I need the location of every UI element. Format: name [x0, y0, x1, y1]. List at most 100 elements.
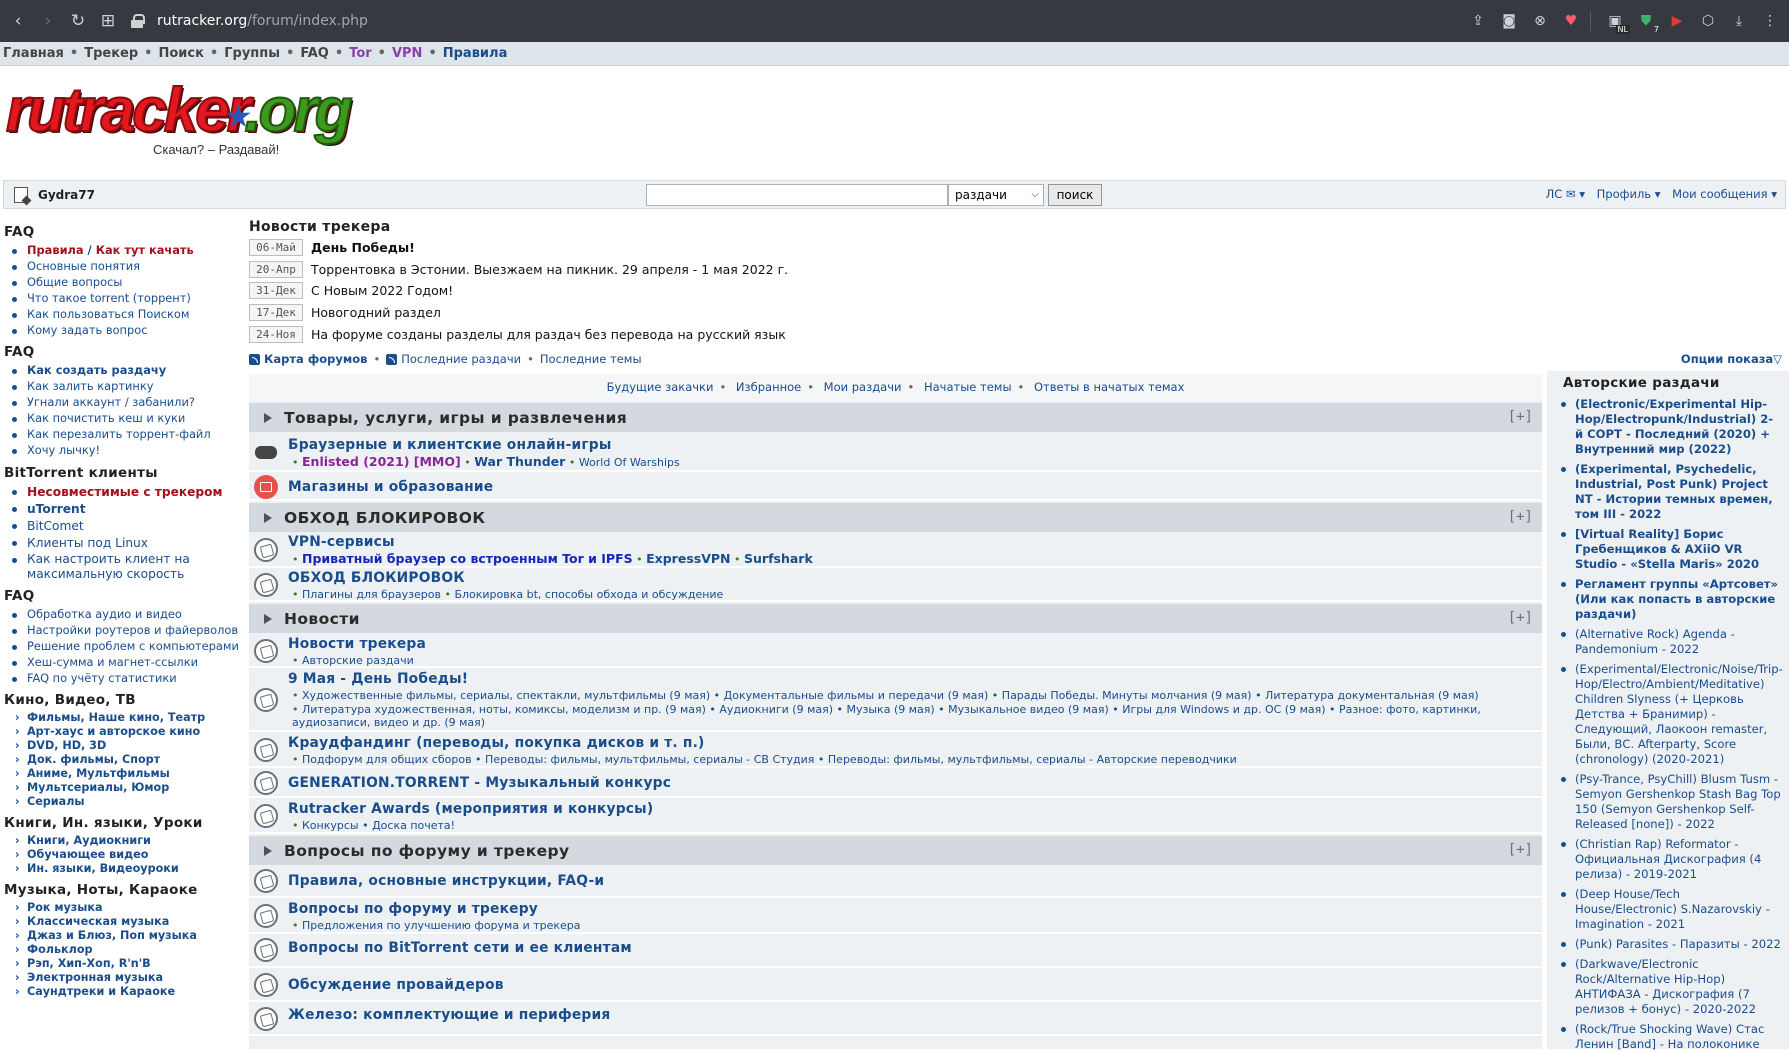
download-icon[interactable]: ⤓ — [1726, 8, 1752, 34]
sidebar-item[interactable]: Как настроить клиент на максимальную ско… — [12, 552, 244, 582]
sidebar-item[interactable]: Что такое torrent (торрент) — [12, 291, 244, 307]
sidebar-item[interactable]: Классическая музыка — [15, 915, 244, 929]
logout-icon[interactable] — [14, 186, 28, 203]
release-link[interactable]: Регламент группы «Артсовет» (Или как поп… — [1561, 577, 1781, 622]
release-link[interactable]: (Darkwave/Electronic Rock/Alternative Hi… — [1561, 957, 1781, 1017]
heart-icon[interactable]: ♥ — [1558, 8, 1584, 34]
search-input[interactable] — [646, 184, 948, 206]
release-link[interactable]: (Deep House/Tech House/Electronic) S.Naz… — [1561, 887, 1781, 932]
expand-toggle[interactable]: [+] — [1508, 610, 1533, 626]
news-link[interactable]: С Новым 2022 Годом! — [311, 283, 453, 298]
nav-faq[interactable]: FAQ — [300, 46, 329, 61]
subforum-link[interactable]: War Thunder — [474, 454, 565, 469]
nav-search[interactable]: Поиск — [158, 46, 203, 61]
vpn-extension-icon[interactable]: NL ▣ — [1602, 8, 1630, 34]
search-scope-select[interactable]: раздачи ⌵ — [948, 184, 1044, 206]
nav-home[interactable]: Главная — [3, 46, 64, 61]
sidebar-item[interactable]: Угнали аккаунт / забанили? — [12, 395, 244, 411]
release-link[interactable]: (Christian Rap) Reformator - Официальная… — [1561, 837, 1781, 882]
category-header[interactable]: ОБХОД БЛОКИРОВОК [+] — [249, 503, 1542, 532]
quick-link[interactable]: Мои раздачи — [824, 380, 902, 394]
release-link[interactable]: (Experimental/Electronic/Noise/Trip-Hop/… — [1561, 662, 1783, 767]
nav-tor[interactable]: Tor — [349, 46, 371, 61]
news-link[interactable]: Новогодний раздел — [311, 305, 441, 320]
sidebar-item-rules[interactable]: Правила / Как тут качать — [12, 243, 244, 259]
nav-rules[interactable]: Правила — [443, 46, 508, 61]
sidebar-item[interactable]: Книги, Аудиокниги — [15, 834, 244, 848]
sidebar-item[interactable]: Кому задать вопрос — [12, 323, 244, 339]
release-link[interactable]: (Psy-Trance, PsyChill) Blusm Tusm - Semy… — [1561, 772, 1781, 832]
release-link[interactable]: [Virtual Reality] Борис Гребенщиков & AX… — [1561, 527, 1781, 572]
sidebar-item[interactable]: DVD, HD, 3D — [15, 739, 244, 753]
menu-icon[interactable]: ⋮ — [1757, 8, 1783, 34]
forum-title[interactable]: Вопросы по форуму и трекеру — [288, 901, 1542, 917]
category-header[interactable]: Вопросы по форуму и трекеру [+] — [249, 836, 1542, 865]
my-posts-link[interactable]: Мои сообщения ▾ — [1672, 187, 1777, 201]
release-link[interactable]: (Punk) Parasites - Паразиты - 2022 — [1561, 937, 1781, 952]
news-link[interactable]: Торрентовка в Эстонии. Выезжаем на пикни… — [311, 262, 788, 277]
sidebar-item[interactable]: Саундтреки и Караоке — [15, 985, 244, 999]
sidebar-item[interactable]: Рок музыка — [15, 901, 244, 915]
rss-icon[interactable] — [249, 353, 260, 365]
subforum-link[interactable]: Предложения по улучшению форума и трекер… — [302, 919, 581, 932]
category-title[interactable]: ОБХОД БЛОКИРОВОК — [284, 509, 485, 527]
sidebar-item[interactable]: Рэп, Хип-Хоп, R'n'B — [15, 957, 244, 971]
category-header[interactable]: Товары, услуги, игры и развлечения [+] — [249, 403, 1542, 432]
nav-vpn[interactable]: VPN — [392, 46, 422, 61]
back-icon[interactable]: ‹ — [3, 6, 33, 36]
forum-title[interactable]: 9 Мая - День Победы! — [288, 671, 1542, 687]
sidebar-item[interactable]: Как пользоваться Поиском — [12, 307, 244, 323]
subforum-link[interactable]: Surfshark — [744, 551, 813, 566]
tabs-grid-icon[interactable]: ⊞ — [93, 6, 123, 36]
forum-title[interactable]: Браузерные и клиентские онлайн-игры — [288, 437, 1542, 453]
subforum-link[interactable]: Приватный браузер со встроенным Tor и IP… — [302, 551, 633, 566]
sidebar-item[interactable]: BitComet — [12, 518, 244, 535]
search-button[interactable]: поиск — [1048, 184, 1102, 206]
expand-toggle[interactable]: [+] — [1508, 409, 1533, 425]
camera-icon[interactable]: ◙ — [1496, 8, 1522, 34]
sidebar-item[interactable]: Ин. языки, Видеоуроки — [15, 862, 244, 876]
release-link[interactable]: (Electronic/Experimental Hip-Hop/Electro… — [1561, 397, 1781, 457]
release-link[interactable]: (Experimental, Psychedelic, Industrial, … — [1561, 462, 1781, 522]
sidebar-item[interactable]: Фильмы, Наше кино, Театр — [15, 711, 244, 725]
sidebar-item[interactable]: Как почистить кеш и куки — [12, 411, 244, 427]
sidebar-item[interactable]: Хочу лычку! — [12, 443, 244, 459]
sidebar-item[interactable]: Джаз и Блюз, Поп музыка — [15, 929, 244, 943]
news-link[interactable]: День Победы! — [311, 240, 415, 255]
sidebar-item[interactable]: Обработка аудио и видео — [12, 607, 244, 623]
block-icon[interactable]: ⊗ — [1527, 8, 1553, 34]
subforum-links[interactable]: аудиозаписи, видео и др. (9 мая) — [292, 716, 485, 729]
pm-link[interactable]: ЛС ✉ ▾ — [1546, 187, 1585, 201]
forum-title[interactable]: Краудфандинг (переводы, покупка дисков и… — [288, 735, 1542, 751]
sidebar-item[interactable]: Настройки роутеров и файерволов — [12, 623, 244, 639]
recent-topics-link[interactable]: Последние темы — [540, 352, 642, 366]
sidebar-item[interactable]: Док. фильмы, Спорт — [15, 753, 244, 767]
sidebar-item[interactable]: Как перезалить торрент-файл — [12, 427, 244, 443]
subforum-link[interactable]: Блокировка bt, способы обхода и обсужден… — [454, 588, 723, 601]
forum-title[interactable]: Обсуждение провайдеров — [288, 977, 1542, 993]
category-title[interactable]: Вопросы по форуму и трекеру — [284, 842, 570, 860]
subforum-link[interactable]: World Of Warships — [579, 456, 680, 469]
shield-icon[interactable]: ⛊ 7 — [1633, 8, 1659, 34]
sidebar-item[interactable]: Как залить картинку — [12, 379, 244, 395]
forum-title[interactable]: Новости трекера — [288, 636, 1542, 652]
category-title[interactable]: Товары, услуги, игры и развлечения — [284, 409, 627, 427]
sidebar-item[interactable]: Обучающее видео — [15, 848, 244, 862]
sidebar-item[interactable]: FAQ по учёту статистики — [12, 671, 244, 687]
subforum-link[interactable]: ExpressVPN — [646, 551, 730, 566]
display-options-link[interactable]: Опции показа▽ — [1681, 352, 1782, 366]
forum-map-link[interactable]: Карта форумов — [264, 352, 367, 366]
expand-toggle[interactable]: [+] — [1508, 842, 1533, 858]
subforum-links[interactable]: Художественные фильмы, сериалы, спектакл… — [302, 689, 1479, 702]
category-title[interactable]: Новости — [284, 610, 360, 628]
address-bar[interactable]: rutracker.org/forum/index.php — [131, 13, 1460, 29]
sidebar-item[interactable]: Клиенты под Linux — [12, 535, 244, 552]
subforum-link[interactable]: Плагины для браузеров — [302, 588, 441, 601]
sidebar-item[interactable]: Электронная музыка — [15, 971, 244, 985]
sidebar-item[interactable]: Общие вопросы — [12, 275, 244, 291]
forum-title[interactable]: ОБХОД БЛОКИРОВОК — [288, 570, 1542, 586]
share-icon[interactable]: ⇪ — [1465, 8, 1491, 34]
sidebar-item[interactable]: Решение проблем с компьютерами — [12, 639, 244, 655]
youtube-icon[interactable]: ▶ — [1664, 8, 1690, 34]
sidebar-item[interactable]: Сериалы — [15, 795, 244, 809]
